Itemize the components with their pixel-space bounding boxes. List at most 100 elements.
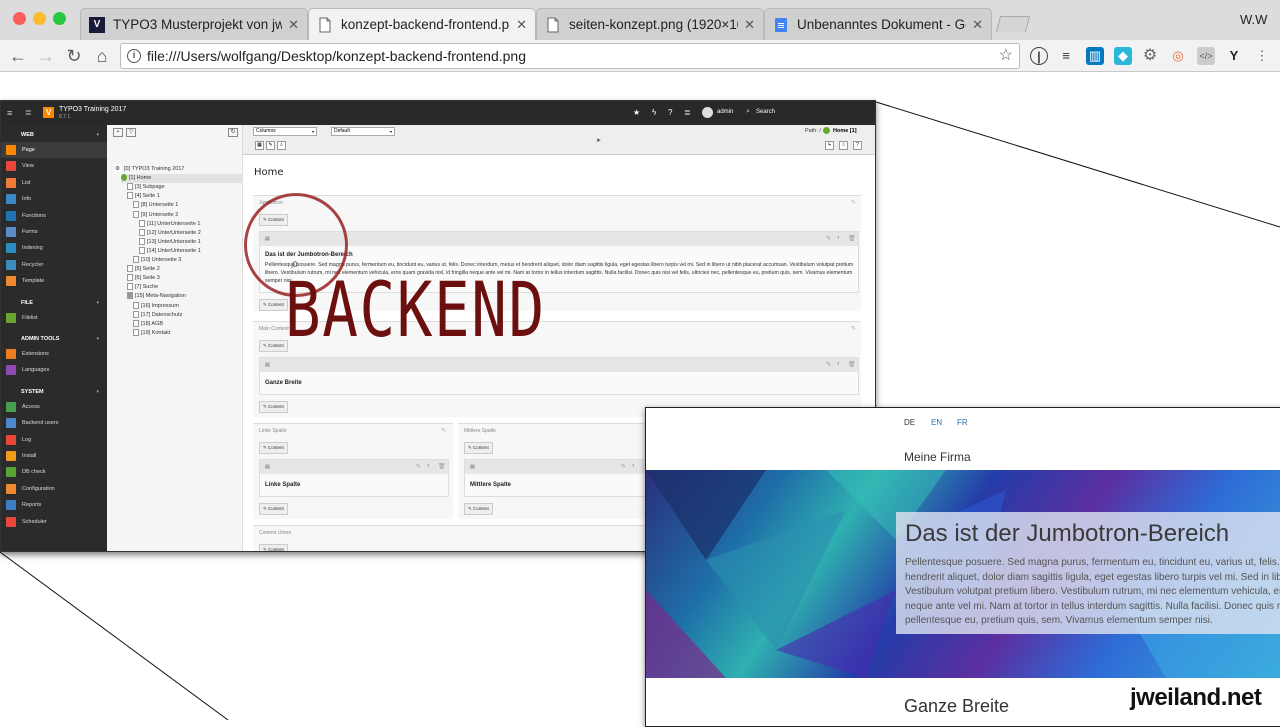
trello-extension-icon[interactable]: ▥ bbox=[1086, 47, 1104, 65]
search-field[interactable]: Search bbox=[756, 109, 775, 115]
tree-node[interactable]: [5] Seite 2 bbox=[127, 265, 160, 274]
module-reports[interactable]: Reports bbox=[1, 497, 107, 513]
module-extensions[interactable]: Extensions bbox=[1, 346, 107, 362]
edit-icon[interactable]: ✎ bbox=[621, 463, 626, 470]
refresh-icon[interactable]: ↻ bbox=[228, 128, 238, 137]
module-access[interactable]: Access bbox=[1, 399, 107, 415]
close-tab-icon[interactable]: ✕ bbox=[288, 17, 299, 33]
filter-icon[interactable]: ▽ bbox=[126, 128, 136, 137]
extension-icon[interactable]: ◆ bbox=[1114, 47, 1132, 65]
settings-extension-icon[interactable]: ⚙ bbox=[1141, 47, 1159, 65]
new-page-icon[interactable]: + bbox=[113, 128, 123, 137]
help-icon[interactable]: ? bbox=[853, 141, 862, 150]
module-db-check[interactable]: DB check bbox=[1, 464, 107, 480]
flash-icon[interactable]: ϟ bbox=[652, 108, 656, 117]
system-info-icon[interactable]: ≣ bbox=[684, 108, 691, 117]
module-languages[interactable]: Languages bbox=[1, 362, 107, 378]
reload-icon[interactable]: ↻ bbox=[62, 44, 86, 68]
module-indexing[interactable]: Indexing bbox=[1, 240, 107, 256]
tree-node[interactable]: [18] AGB bbox=[133, 319, 163, 329]
rss-extension-icon[interactable]: ◎ bbox=[1169, 47, 1187, 65]
module-backend-users[interactable]: Backend users bbox=[1, 415, 107, 431]
new-content-button[interactable]: ✎ Content bbox=[259, 401, 288, 413]
module-list[interactable]: List bbox=[1, 175, 107, 191]
module-template[interactable]: Template bbox=[1, 273, 107, 289]
back-icon[interactable]: ← bbox=[6, 44, 30, 68]
delete-icon[interactable]: 🗑 bbox=[848, 235, 856, 242]
module-configuration[interactable]: Configuration bbox=[1, 481, 107, 497]
tree-node[interactable]: [15] Meta-Navigation bbox=[127, 292, 186, 301]
edit-column-icon[interactable]: ✎ bbox=[441, 427, 446, 434]
tab-google-doc[interactable]: Unbenanntes Dokument - Goo ✕ bbox=[764, 8, 992, 40]
tree-node[interactable]: [19] Kontakt bbox=[133, 328, 170, 338]
new-tab-button[interactable] bbox=[995, 16, 1031, 32]
module-category[interactable]: SYSTEM bbox=[1, 385, 107, 399]
onepassword-extension-icon[interactable]: | bbox=[1030, 47, 1048, 65]
lang-de[interactable]: DE bbox=[904, 418, 915, 427]
edit-icon[interactable]: ✎ bbox=[416, 463, 421, 470]
profile-label[interactable]: W.W bbox=[1240, 12, 1267, 27]
minimize-window-button[interactable] bbox=[33, 12, 46, 25]
module-log[interactable]: Log bbox=[1, 432, 107, 448]
new-content-button[interactable]: ✎ Content bbox=[464, 442, 493, 454]
close-window-button[interactable] bbox=[13, 12, 26, 25]
bookmark-icon[interactable]: ☆ bbox=[839, 141, 848, 150]
tree-node[interactable]: ⚙ [0] TYPO3 Training 2017 bbox=[115, 165, 184, 174]
new-content-button[interactable]: ✎ Content bbox=[259, 299, 288, 311]
new-content-button[interactable]: ✎ Content bbox=[259, 340, 288, 352]
module-category[interactable]: FILE bbox=[1, 296, 107, 310]
search-icon[interactable]: ⌕ bbox=[746, 108, 750, 116]
close-tab-icon[interactable]: ✕ bbox=[744, 17, 755, 33]
tab-konzept[interactable]: konzept-backend-frontend.png ✕ bbox=[308, 8, 536, 40]
language-select[interactable]: Default ▾ bbox=[331, 127, 395, 136]
toggle-visibility-icon[interactable]: ◐ bbox=[427, 463, 431, 469]
module-page[interactable]: Page bbox=[1, 142, 107, 158]
address-bar[interactable]: i file:///Users/wolfgang/Desktop/konzept… bbox=[120, 43, 1020, 69]
tree-node[interactable]: [6] Seite 3 bbox=[127, 274, 160, 283]
chevron-down-icon[interactable]: ▾ bbox=[96, 128, 99, 142]
edit-icon[interactable]: ✎ bbox=[826, 235, 831, 242]
tree-node[interactable]: [13] UnterUnterseite 1 bbox=[139, 237, 201, 247]
tree-node[interactable]: [16] Impressum bbox=[133, 301, 179, 311]
tree-node[interactable]: [17] Datenschutz bbox=[133, 310, 182, 320]
search-icon[interactable]: ⌕ bbox=[277, 141, 286, 150]
tree-node[interactable]: [1] Home bbox=[121, 174, 243, 184]
module-category[interactable]: ADMIN TOOLS bbox=[1, 332, 107, 346]
new-content-button[interactable]: ✎ Content bbox=[259, 442, 288, 454]
delete-icon[interactable]: 🗑 bbox=[848, 361, 856, 368]
path-page[interactable]: Home [1] bbox=[833, 128, 857, 134]
tree-node[interactable]: [8] Unterseite 1 bbox=[133, 201, 178, 210]
forward-icon[interactable]: → bbox=[34, 44, 58, 68]
info-icon[interactable]: i bbox=[127, 49, 141, 63]
module-scheduler[interactable]: Scheduler bbox=[1, 514, 107, 530]
new-content-button[interactable]: ✎ Content bbox=[259, 503, 288, 515]
tree-node[interactable]: [11] UnterUnterseite 1 bbox=[139, 219, 200, 229]
code-extension-icon[interactable]: </> bbox=[1197, 47, 1215, 65]
toggle-visibility-icon[interactable]: ◐ bbox=[837, 235, 841, 241]
tree-node[interactable]: [12] UnterUnterseite 2 bbox=[139, 228, 201, 238]
tree-node[interactable]: [14] UnterUnterseite 1 bbox=[139, 246, 201, 256]
toggle-visibility-icon[interactable]: ◐ bbox=[837, 361, 841, 367]
module-functions[interactable]: Functions bbox=[1, 208, 107, 224]
tree-node[interactable]: [4] Seite 1 bbox=[127, 192, 160, 201]
yoast-extension-icon[interactable]: Y bbox=[1225, 47, 1243, 65]
bookmarks-star-icon[interactable]: ★ bbox=[633, 108, 640, 117]
user-avatar[interactable] bbox=[702, 107, 713, 118]
menu-toggle-icon[interactable]: ≡ bbox=[7, 108, 12, 118]
chrome-menu-icon[interactable]: ⋮ bbox=[1253, 47, 1271, 65]
tree-node[interactable]: [9] Unterseite 2 bbox=[133, 210, 178, 220]
close-tab-icon[interactable]: ✕ bbox=[972, 17, 983, 33]
view-icon[interactable]: ▦ bbox=[255, 141, 264, 150]
module-category[interactable]: WEB bbox=[1, 128, 107, 142]
new-content-button[interactable]: ✎ Content bbox=[259, 544, 288, 551]
tree-node[interactable]: [10] Unterseite 3 bbox=[133, 256, 181, 265]
help-icon[interactable]: ? bbox=[668, 108, 672, 117]
lang-fr[interactable]: FR bbox=[957, 418, 968, 427]
edit-column-icon[interactable]: ✎ bbox=[851, 325, 856, 332]
close-tab-icon[interactable]: ✕ bbox=[516, 17, 527, 33]
maximize-window-button[interactable] bbox=[53, 12, 66, 25]
tab-typo3[interactable]: V TYPO3 Musterprojekt von jwe ✕ bbox=[80, 8, 308, 40]
list-icon[interactable]: ≣ bbox=[25, 108, 32, 117]
brand-name[interactable]: Meine Firma bbox=[904, 450, 971, 464]
toggle-visibility-icon[interactable]: ◐ bbox=[632, 463, 636, 469]
